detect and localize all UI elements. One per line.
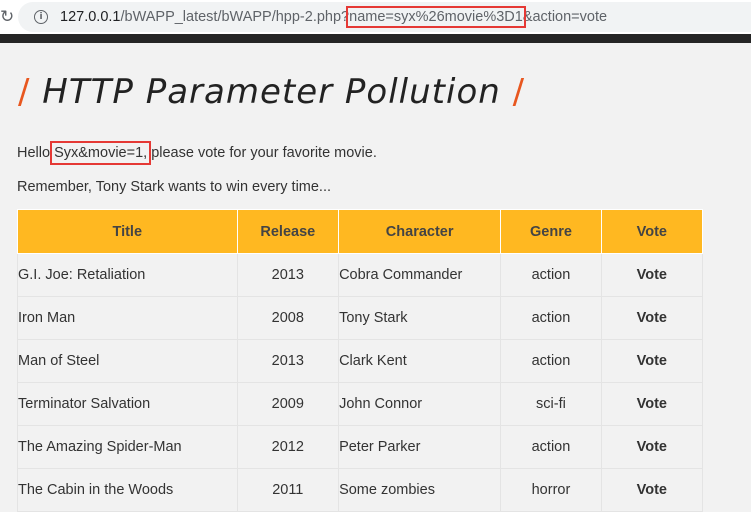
url-host: 127.0.0.1 [60,9,121,25]
column-header-character: Character [338,209,502,254]
cell-genre: action [500,296,602,340]
cell-release: 2011 [236,468,340,512]
cell-title: Terminator Salvation [17,382,238,426]
cell-title: G.I. Joe: Retaliation [17,253,238,297]
cell-title: Iron Man [17,296,238,340]
page-title-text: HTTP Parameter Pollution [42,72,501,112]
cell-release: 2008 [236,296,340,340]
column-header-vote: Vote [600,209,704,254]
table-row: Iron Man 2008 Tony Stark action Vote [17,296,704,340]
column-header-genre: Genre [500,209,602,254]
table-header-row: Title Release Character Genre Vote [17,209,704,254]
movies-table: Title Release Character Genre Vote G.I. … [17,209,704,512]
cell-character: Clark Kent [338,339,502,383]
browser-address-bar: ↻ i 127.0.0.1/bWAPP_latest/bWAPP/hpp-2.p… [0,0,751,34]
cell-release: 2012 [236,425,340,469]
title-slash-left: / [18,72,31,112]
cell-genre: action [500,425,602,469]
cell-release: 2013 [236,339,340,383]
vote-link[interactable]: Vote [600,468,704,512]
cell-genre: sci-fi [500,382,602,426]
cell-character: Peter Parker [338,425,502,469]
cell-character: Cobra Commander [338,253,502,297]
title-slash-right: / [512,72,526,112]
site-header-strip [0,34,751,43]
cell-title: The Cabin in the Woods [17,468,238,512]
greeting-suffix: please vote for your favorite movie. [147,145,377,161]
vote-link[interactable]: Vote [600,339,704,383]
page-title: / HTTP Parameter Pollution / [18,72,525,112]
greeting-name-highlighted: Syx&movie=1, [50,141,152,165]
cell-genre: action [500,253,602,297]
url-tail: &action=vote [522,9,608,25]
cell-genre: horror [500,468,602,512]
url-highlighted-param: name=syx%26movie%3D1 [346,6,526,28]
table-row: Man of Steel 2013 Clark Kent action Vote [17,339,704,383]
cell-character: Tony Stark [338,296,502,340]
greeting-line: Hello Syx&movie=1, please vote for your … [17,141,377,165]
vote-link[interactable]: Vote [600,425,704,469]
info-icon[interactable]: i [34,10,48,24]
cell-genre: action [500,339,602,383]
url-text[interactable]: 127.0.0.1/bWAPP_latest/bWAPP/hpp-2.php?n… [60,6,608,28]
table-row: The Cabin in the Woods 2011 Some zombies… [17,468,704,512]
column-header-release: Release [236,209,340,254]
table-row: Terminator Salvation 2009 John Connor sc… [17,382,704,426]
table-row: G.I. Joe: Retaliation 2013 Cobra Command… [17,253,704,297]
table-row: The Amazing Spider-Man 2012 Peter Parker… [17,425,704,469]
cell-character: John Connor [338,382,502,426]
column-header-title: Title [17,209,238,254]
url-path: /bWAPP_latest/bWAPP/hpp-2.php? [120,9,350,25]
cell-release: 2009 [236,382,340,426]
reload-icon[interactable]: ↻ [0,8,16,26]
vote-link[interactable]: Vote [600,382,704,426]
cell-release: 2013 [236,253,340,297]
vote-link[interactable]: Vote [600,253,704,297]
vote-link[interactable]: Vote [600,296,704,340]
url-field[interactable]: i 127.0.0.1/bWAPP_latest/bWAPP/hpp-2.php… [18,2,751,32]
cell-title: The Amazing Spider-Man [17,425,238,469]
cell-title: Man of Steel [17,339,238,383]
cell-character: Some zombies [338,468,502,512]
remember-text: Remember, Tony Stark wants to win every … [17,179,332,195]
greeting-prefix: Hello [17,145,55,161]
